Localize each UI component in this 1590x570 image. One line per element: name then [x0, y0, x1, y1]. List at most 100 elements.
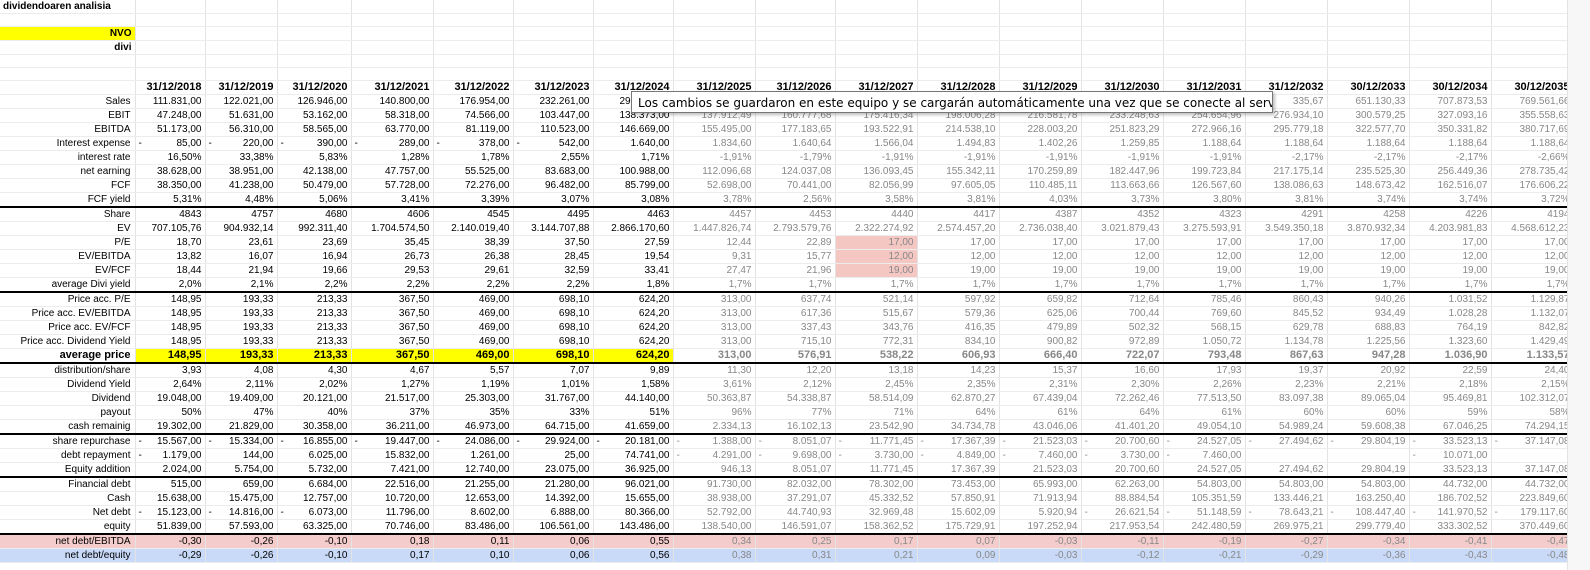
value-cell[interactable]: 23,69	[277, 235, 352, 250]
value-cell[interactable]: 1,7%	[999, 277, 1082, 293]
value-cell[interactable]: 0,31	[755, 548, 836, 563]
value-cell[interactable]: 37.291,07	[755, 491, 836, 506]
value-cell[interactable]	[1327, 448, 1410, 463]
value-cell[interactable]: 54.803,00	[1327, 476, 1410, 492]
value-cell[interactable]: 1.402,26	[999, 136, 1082, 151]
value-cell[interactable]: 148,95	[135, 334, 206, 349]
value-cell[interactable]: 43.046,06	[999, 419, 1082, 435]
value-cell[interactable]: 1,19%	[433, 377, 514, 392]
value-cell[interactable]: 1,7%	[1327, 277, 1410, 293]
value-cell[interactable]: 193,33	[205, 348, 278, 364]
value-cell[interactable]: - 10.071,00	[1409, 448, 1492, 463]
value-cell[interactable]: 3.275.593,91	[1163, 221, 1246, 236]
value-cell[interactable]: 78.302,00	[835, 476, 918, 492]
value-cell[interactable]: 51.839,00	[135, 519, 206, 535]
value-cell[interactable]: 55.525,00	[433, 164, 514, 179]
value-cell[interactable]: 2,2%	[433, 277, 514, 293]
value-cell[interactable]: 54.338,87	[755, 391, 836, 406]
value-cell[interactable]: 138.086,63	[1245, 178, 1328, 193]
row-label-cell[interactable]: FCF yield	[0, 192, 136, 208]
value-cell[interactable]: 19,00	[999, 263, 1082, 278]
value-cell[interactable]: -0,03	[999, 548, 1082, 563]
value-cell[interactable]: 74.566,00	[433, 108, 514, 123]
value-cell[interactable]: 59%	[1409, 405, 1492, 420]
value-cell[interactable]: -2,17%	[1409, 150, 1492, 165]
value-cell[interactable]: -1,79%	[755, 150, 836, 165]
value-cell[interactable]: 50.363,87	[673, 391, 756, 406]
value-cell[interactable]: 769.561,66	[1491, 94, 1574, 109]
value-cell[interactable]: 15.475,00	[205, 491, 278, 506]
value-cell[interactable]: 12,00	[1327, 249, 1410, 264]
row-label-cell[interactable]: average Divi yield	[0, 277, 136, 293]
value-cell[interactable]: 0,34	[673, 533, 756, 549]
value-cell[interactable]: 6.025,00	[277, 448, 352, 463]
value-cell[interactable]: 17,00	[1327, 235, 1410, 250]
value-cell[interactable]: 1.129,87	[1491, 291, 1574, 307]
value-cell[interactable]: 4323	[1163, 206, 1246, 222]
value-cell[interactable]: 158.362,52	[835, 519, 918, 535]
value-cell[interactable]: 33,38%	[205, 150, 278, 165]
value-cell[interactable]: 144,00	[205, 448, 278, 463]
value-cell[interactable]: - 27.494,62	[1245, 433, 1328, 449]
value-cell[interactable]: 772,31	[835, 334, 918, 349]
value-cell[interactable]: 4,30	[277, 362, 352, 378]
value-cell[interactable]: 4545	[433, 206, 514, 222]
value-cell[interactable]: 2,02%	[277, 377, 352, 392]
value-cell[interactable]: 299.779,40	[1327, 519, 1410, 535]
value-cell[interactable]: -1,91%	[673, 150, 756, 165]
value-cell[interactable]: 3,41%	[351, 192, 434, 208]
value-cell[interactable]: 946,13	[673, 462, 756, 478]
value-cell[interactable]: 41.659,00	[593, 419, 674, 435]
value-cell[interactable]: 64%	[1081, 405, 1164, 420]
value-cell[interactable]: 17,00	[1245, 235, 1328, 250]
value-cell[interactable]: 5,31%	[135, 192, 206, 208]
value-cell[interactable]: -0,10	[277, 548, 352, 563]
value-cell[interactable]: 15.602,09	[917, 505, 1000, 520]
value-cell[interactable]: 22,89	[755, 235, 836, 250]
value-cell[interactable]: 96%	[673, 405, 756, 420]
value-cell[interactable]: 327.093,16	[1409, 108, 1492, 123]
value-cell[interactable]: 17,93	[1163, 362, 1246, 378]
value-cell[interactable]: -0,29	[1245, 548, 1328, 563]
row-label-cell[interactable]: Price acc. EV/EBITDA	[0, 306, 136, 321]
value-cell[interactable]: - 1.388,00	[673, 433, 756, 449]
date-header-cell[interactable]: 30/12/2034	[1409, 80, 1492, 95]
value-cell[interactable]: - 15.123,00	[135, 505, 206, 520]
value-cell[interactable]: 25,00	[513, 448, 594, 463]
value-cell[interactable]: 2,45%	[835, 377, 918, 392]
value-cell[interactable]: 28,45	[513, 249, 594, 264]
value-cell[interactable]: 213,33	[277, 291, 352, 307]
value-cell[interactable]: 313,00	[673, 334, 756, 349]
row-label-cell[interactable]: EBITDA	[0, 122, 136, 137]
value-cell[interactable]: 624,20	[593, 348, 674, 364]
value-cell[interactable]: 31.767,00	[513, 391, 594, 406]
value-cell[interactable]: 29,61	[433, 263, 514, 278]
value-cell[interactable]: 57.728,00	[351, 178, 434, 193]
value-cell[interactable]: 17,00	[1409, 235, 1492, 250]
value-cell[interactable]: 624,20	[593, 291, 674, 307]
value-cell[interactable]: 11,30	[673, 362, 756, 378]
value-cell[interactable]: 2,31%	[999, 377, 1082, 392]
value-cell[interactable]: 77%	[755, 405, 836, 420]
value-cell[interactable]: 4291	[1245, 206, 1328, 222]
value-cell[interactable]: 764,19	[1409, 320, 1492, 335]
value-cell[interactable]: 19,00	[1245, 263, 1328, 278]
value-cell[interactable]: 13,82	[135, 249, 206, 264]
value-cell[interactable]: 715,10	[755, 334, 836, 349]
value-cell[interactable]: 9,31	[673, 249, 756, 264]
value-cell[interactable]: 659,00	[205, 476, 278, 492]
value-cell[interactable]: - 33.523,13	[1409, 433, 1492, 449]
value-cell[interactable]: -0,10	[277, 533, 352, 549]
value-cell[interactable]: 136.093,45	[835, 164, 918, 179]
value-cell[interactable]: 1,7%	[755, 277, 836, 293]
value-cell[interactable]: - 29.804,19	[1327, 433, 1410, 449]
value-cell[interactable]: 110.523,00	[513, 122, 594, 137]
value-cell[interactable]: 62.870,27	[917, 391, 1000, 406]
value-cell[interactable]: 83.097,38	[1245, 391, 1328, 406]
value-cell[interactable]: 70.441,00	[755, 178, 836, 193]
value-cell[interactable]: 5,57	[433, 362, 514, 378]
value-cell[interactable]: - 6.073,00	[277, 505, 352, 520]
value-cell[interactable]: 0,06	[513, 548, 594, 563]
value-cell[interactable]: 182.447,96	[1081, 164, 1164, 179]
value-cell[interactable]: 3,74%	[1409, 192, 1492, 208]
